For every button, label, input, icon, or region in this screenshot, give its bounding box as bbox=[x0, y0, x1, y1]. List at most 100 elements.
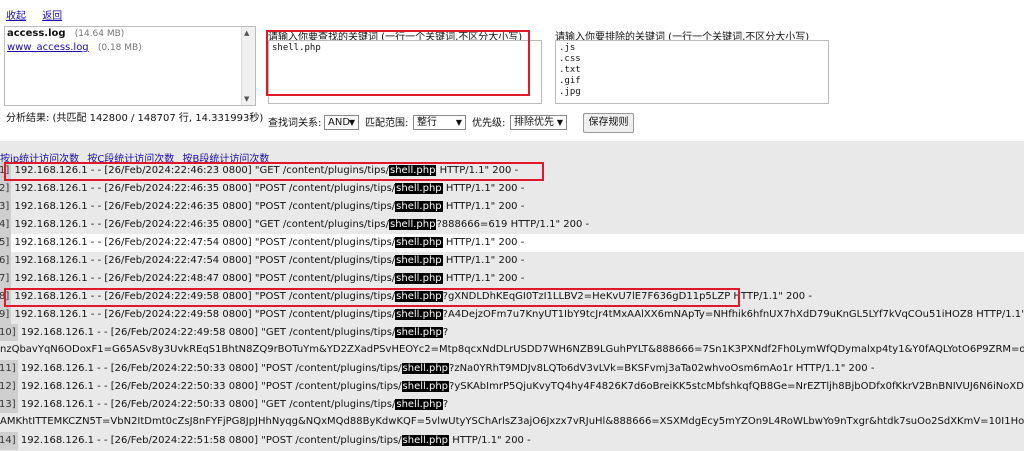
collapse-link[interactable]: 收起 bbox=[6, 11, 26, 22]
keyword-highlight: shell.php bbox=[395, 399, 443, 410]
row-index: 5] bbox=[0, 234, 12, 252]
row-index: 12] bbox=[0, 378, 18, 396]
keyword-highlight: shell.php bbox=[395, 183, 443, 194]
relation-label: 查找词关系: bbox=[268, 118, 322, 129]
row-text-tail: HTTP/1.1" 200 - bbox=[442, 255, 525, 266]
file-name-link[interactable]: www_access.log bbox=[7, 42, 89, 53]
file-item[interactable]: www_access.log (0.18 MB) bbox=[5, 41, 255, 55]
save-rule-button[interactable]: 保存规则 bbox=[583, 113, 634, 133]
row-index: 2] bbox=[0, 180, 12, 198]
scope-value: 整行 bbox=[417, 117, 437, 128]
row-index: 4] bbox=[0, 216, 12, 234]
scroll-down-arrow-icon[interactable]: ▼ bbox=[244, 95, 249, 103]
back-link[interactable]: 返回 bbox=[42, 11, 62, 22]
log-row: 7] 192.168.126.1 - - [26/Feb/2024:22:48:… bbox=[0, 270, 1024, 288]
file-list[interactable]: access.log (14.64 MB) www_access.log (0.… bbox=[4, 26, 256, 106]
row-text-tail: ?gXNDLDhKEqGI0TzI1LLBV2=HeKvU7lE7F636gD1… bbox=[442, 291, 812, 302]
row-text: 192.168.126.1 - - [26/Feb/2024:22:46:35 … bbox=[14, 201, 396, 212]
chevron-down-icon: ▼ bbox=[556, 118, 563, 127]
keyword-highlight: shell.php bbox=[395, 291, 443, 302]
row-index: 3] bbox=[0, 198, 12, 216]
keyword-highlight: shell.php bbox=[395, 327, 443, 338]
log-row: 2] 192.168.126.1 - - [26/Feb/2024:22:46:… bbox=[0, 180, 1024, 198]
scope-label: 匹配范围: bbox=[365, 118, 409, 129]
log-row: 11] 192.168.126.1 - - [26/Feb/2024:22:50… bbox=[0, 360, 1024, 378]
row-text-tail: ?ySKAbImrP5QjuKvyTQ4hy4F4826K7d6oBreiKK5… bbox=[449, 381, 1024, 392]
row-index: 1] bbox=[0, 162, 12, 180]
exclude-keywords-textarea[interactable]: .js .css .txt .gif .jpg bbox=[555, 40, 829, 104]
file-size: (14.64 MB) bbox=[74, 29, 125, 39]
row-text-tail: HTTP/1.1" 200 - bbox=[442, 201, 525, 212]
row-text-tail: ?A4DejzOFm7u7KnyUT1IbY9tcJr4tMxAAlXX6mNA… bbox=[442, 309, 1024, 320]
keyword-highlight: shell.php bbox=[388, 165, 437, 176]
priority-value: 排除优先 bbox=[514, 117, 554, 128]
row-index: 8] bbox=[0, 288, 12, 306]
chevron-down-icon: ▼ bbox=[348, 118, 355, 127]
chevron-down-icon: ▼ bbox=[455, 118, 462, 127]
row-text: 192.168.126.1 - - [26/Feb/2024:22:49:58 … bbox=[14, 309, 396, 320]
row-index: 14] bbox=[0, 432, 18, 450]
keyword-highlight: shell.php bbox=[395, 309, 443, 320]
row-index: 6] bbox=[0, 252, 12, 270]
priority-label: 优先级: bbox=[472, 118, 506, 129]
log-row: 5] 192.168.126.1 - - [26/Feb/2024:22:47:… bbox=[0, 234, 1024, 252]
log-row: 4] 192.168.126.1 - - [26/Feb/2024:22:46:… bbox=[0, 216, 1024, 234]
file-name: access.log bbox=[7, 28, 66, 39]
keyword-highlight: shell.php bbox=[401, 435, 450, 446]
keyword-highlight: shell.php bbox=[401, 363, 450, 374]
log-row: 1] 192.168.126.1 - - [26/Feb/2024:22:46:… bbox=[0, 162, 1024, 180]
log-row: 8] 192.168.126.1 - - [26/Feb/2024:22:49:… bbox=[0, 288, 1024, 306]
include-keywords-textarea[interactable]: shell.php bbox=[268, 40, 542, 104]
row-index: 10] bbox=[0, 324, 18, 341]
row-index: 11] bbox=[0, 360, 18, 378]
log-rows: 1] 192.168.126.1 - - [26/Feb/2024:22:46:… bbox=[0, 162, 1024, 450]
file-list-scrollbar[interactable]: ▲ ▼ bbox=[241, 27, 255, 105]
file-size: (0.18 MB) bbox=[97, 43, 142, 53]
file-item[interactable]: access.log (14.64 MB) bbox=[5, 27, 255, 41]
row-continuation: nzQbavYqN6ODoxF1=G65ASv8y3UvkREqS1BhtN8Z… bbox=[0, 344, 1024, 355]
top-links: 收起 返回 bbox=[6, 7, 75, 22]
log-row: 14] 192.168.126.1 - - [26/Feb/2024:22:51… bbox=[0, 432, 1024, 450]
exclude-keyword: .gif bbox=[559, 76, 581, 86]
row-continuation: AMKhtITTEMKCZN5T=VbN2ItDmt0cZsJ8nFYFjPG8… bbox=[0, 416, 1024, 427]
row-text: 192.168.126.1 - - [26/Feb/2024:22:47:54 … bbox=[14, 255, 396, 266]
row-text: 192.168.126.1 - - [26/Feb/2024:22:50:33 … bbox=[20, 381, 402, 392]
log-row: 10] 192.168.126.1 - - [26/Feb/2024:22:49… bbox=[0, 324, 1024, 360]
row-text: 192.168.126.1 - - [26/Feb/2024:22:50:33 … bbox=[20, 363, 402, 374]
scope-select[interactable]: 整行 ▼ bbox=[413, 115, 466, 130]
row-text: 192.168.126.1 - - [26/Feb/2024:22:49:58 … bbox=[20, 327, 396, 338]
scroll-up-arrow-icon[interactable]: ▲ bbox=[244, 29, 249, 37]
log-row: 13] 192.168.126.1 - - [26/Feb/2024:22:50… bbox=[0, 396, 1024, 432]
log-row: 3] 192.168.126.1 - - [26/Feb/2024:22:46:… bbox=[0, 198, 1024, 216]
row-text: 192.168.126.1 - - [26/Feb/2024:22:47:54 … bbox=[14, 237, 396, 248]
row-index: 7] bbox=[0, 270, 12, 288]
log-row: 6] 192.168.126.1 - - [26/Feb/2024:22:47:… bbox=[0, 252, 1024, 270]
row-text-tail: ?888666=619 HTTP/1.1" 200 - bbox=[436, 219, 590, 230]
relation-value: AND bbox=[328, 117, 351, 128]
row-text: 192.168.126.1 - - [26/Feb/2024:22:46:35 … bbox=[14, 183, 396, 194]
row-text: 192.168.126.1 - - [26/Feb/2024:22:49:58 … bbox=[14, 291, 396, 302]
relation-select[interactable]: AND ▼ bbox=[324, 115, 359, 130]
row-text-tail: HTTP/1.1" 200 - bbox=[436, 165, 519, 176]
row-text: 192.168.126.1 - - [26/Feb/2024:22:50:33 … bbox=[20, 399, 396, 410]
row-text: 192.168.126.1 - - [26/Feb/2024:22:48:47 … bbox=[14, 273, 396, 284]
keyword-highlight: shell.php bbox=[395, 255, 443, 266]
exclude-keyword: .css bbox=[559, 54, 581, 64]
row-index: 13] bbox=[0, 396, 18, 413]
row-text-tail: HTTP/1.1" 200 - bbox=[442, 183, 525, 194]
include-keyword: shell.php bbox=[272, 43, 321, 53]
row-text-tail: ?zNa0YRhT9MDJv8LQTo6dV3vLVk=BKSFvmj3aTa0… bbox=[449, 363, 875, 374]
row-text-tail: HTTP/1.1" 200 - bbox=[442, 273, 525, 284]
row-text-tail: HTTP/1.1" 200 - bbox=[449, 435, 531, 446]
row-text: 192.168.126.1 - - [26/Feb/2024:22:51:58 … bbox=[20, 435, 402, 446]
log-row: 12] 192.168.126.1 - - [26/Feb/2024:22:50… bbox=[0, 378, 1024, 396]
priority-select[interactable]: 排除优先 ▼ bbox=[510, 115, 567, 130]
keyword-highlight: shell.php bbox=[401, 381, 450, 392]
exclude-keyword: .txt bbox=[559, 65, 581, 75]
row-text: 192.168.126.1 - - [26/Feb/2024:22:46:35 … bbox=[14, 219, 389, 230]
log-row: 9] 192.168.126.1 - - [26/Feb/2024:22:49:… bbox=[0, 306, 1024, 324]
row-index: 9] bbox=[0, 306, 12, 324]
keyword-highlight: shell.php bbox=[395, 237, 443, 248]
analysis-summary: 分析结果: (共匹配 142800 / 148707 行, 14.331993秒… bbox=[6, 113, 264, 124]
keyword-highlight: shell.php bbox=[388, 219, 437, 230]
